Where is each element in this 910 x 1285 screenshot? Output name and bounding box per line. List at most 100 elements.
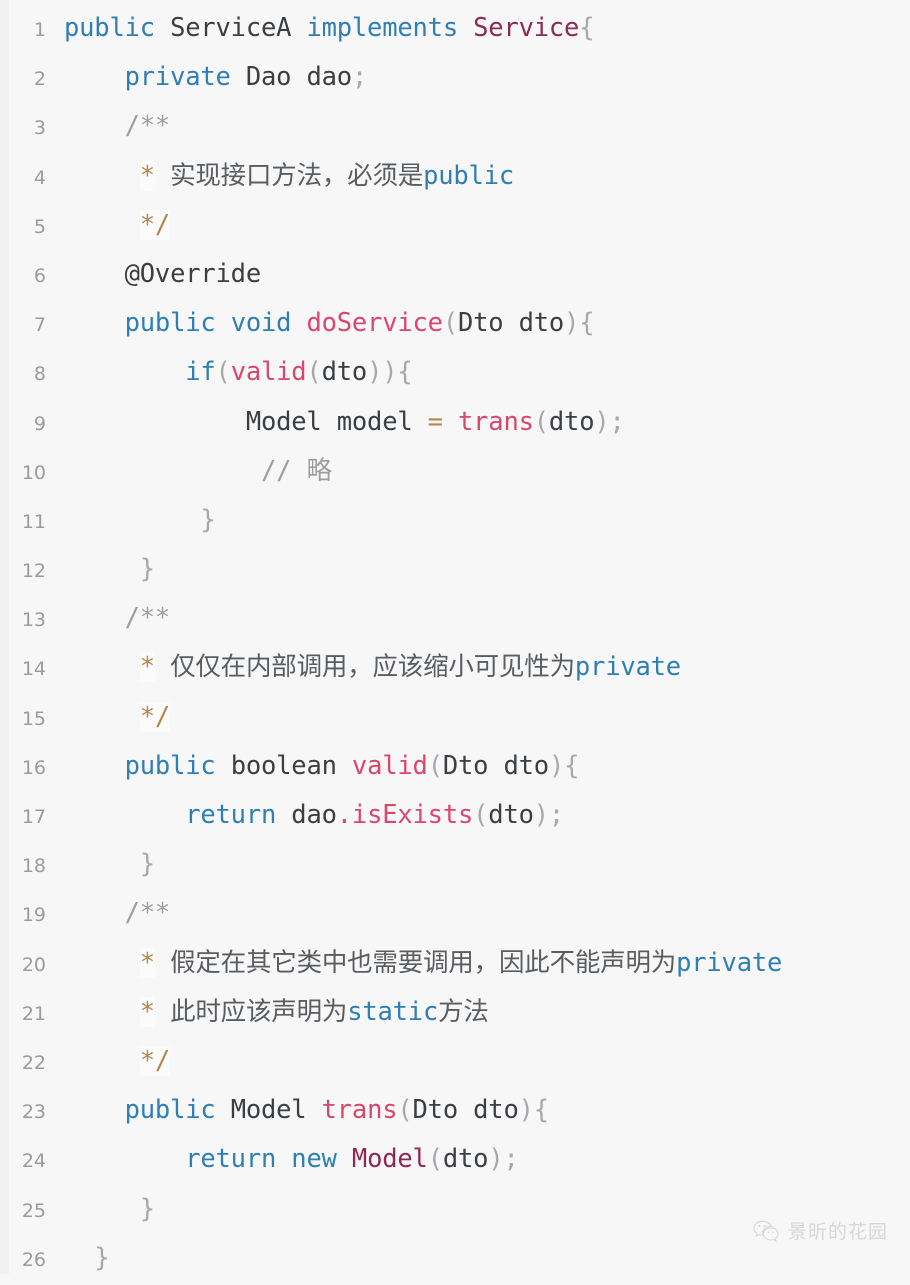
wechat-logo-icon xyxy=(753,1220,779,1242)
code-token: boolean xyxy=(230,750,337,781)
code-line: 20 * 假定在其它类中也需要调用，因此不能声明为private xyxy=(0,939,910,988)
watermark-text: 景昕的花园 xyxy=(787,1221,888,1243)
code-token: model xyxy=(336,406,413,437)
code-token: Service xyxy=(473,13,580,43)
line-number: 10 xyxy=(21,461,46,484)
code-token: ( xyxy=(442,308,458,339)
code-token: trans xyxy=(321,1095,398,1126)
line-content: @Override xyxy=(46,250,262,299)
line-number: 22 xyxy=(21,1051,46,1074)
line-number: 17 xyxy=(21,806,46,828)
code-token: private xyxy=(676,947,783,978)
code-token: . xyxy=(336,800,352,830)
code-token: dto xyxy=(488,800,534,830)
code-line: 9 Model model = trans(dto); xyxy=(0,398,910,447)
code-line: 17 return dao.isExists(dto); xyxy=(0,791,910,840)
code-line: 3 /** xyxy=(0,102,910,151)
code-line: 16 public boolean valid(Dto dto){ xyxy=(0,742,910,791)
code-token: implements xyxy=(306,13,458,43)
code-token: 实现接口方法，必须是 xyxy=(170,160,424,191)
line-number: 4 xyxy=(33,166,46,189)
code-token: dto xyxy=(518,308,565,339)
line-content: */ xyxy=(46,693,170,742)
line-number: 26 xyxy=(21,1248,46,1271)
line-content: public ServiceA implements Service{ xyxy=(46,4,595,53)
line-content: */ xyxy=(46,1037,170,1086)
watermark: 景昕的花园 xyxy=(753,1217,888,1244)
code-token: * xyxy=(139,652,155,683)
code-token: /** xyxy=(124,898,171,929)
code-token: } xyxy=(200,504,216,535)
code-token: 方法 xyxy=(438,996,489,1027)
line-content: public void doService(Dto dto){ xyxy=(46,299,595,348)
code-token: Model xyxy=(230,1095,307,1126)
line-content: public Model trans(Dto dto){ xyxy=(46,1086,550,1135)
code-token: } xyxy=(139,554,155,585)
line-content: // 略 xyxy=(46,447,332,496)
code-token: { xyxy=(579,308,595,339)
code-token: } xyxy=(94,1242,110,1273)
code-token: dto xyxy=(503,750,549,781)
code-line: 13 /** xyxy=(0,594,910,643)
code-token: return xyxy=(185,1144,277,1175)
code-token: ) xyxy=(518,1095,534,1126)
code-line: 23 public Model trans(Dto dto){ xyxy=(0,1086,910,1135)
code-token: @Override xyxy=(124,258,262,289)
code-token: Dao xyxy=(245,62,292,93)
code-token: */ xyxy=(139,1045,171,1076)
line-number: 24 xyxy=(21,1150,46,1173)
line-number: 14 xyxy=(21,658,46,681)
line-number: 25 xyxy=(21,1199,46,1222)
code-line: 12 } xyxy=(0,545,910,594)
line-content: } xyxy=(46,545,155,594)
code-token: )) xyxy=(367,357,398,388)
code-viewer: 1 public ServiceA implements Service{2 pr… xyxy=(0,0,910,1274)
code-token: Dto xyxy=(442,750,489,781)
code-token: dto xyxy=(442,1144,489,1175)
line-content: return dao.isExists(dto); xyxy=(46,791,564,840)
code-token: ( xyxy=(427,1144,443,1175)
code-token: ) xyxy=(564,308,580,339)
code-line: 2 private Dao dao; xyxy=(0,53,910,102)
line-content: */ xyxy=(46,201,170,250)
code-token: ServiceA xyxy=(170,13,292,43)
code-token: ; xyxy=(351,62,368,93)
line-number: 23 xyxy=(21,1101,46,1124)
code-line: 14 * 仅仅在内部调用，应该缩小可见性为private xyxy=(0,643,910,692)
code-line: 19 /** xyxy=(0,889,910,938)
code-token: trans xyxy=(457,406,534,437)
code-token: doService xyxy=(306,308,443,339)
code-token: static xyxy=(347,996,439,1027)
line-number: 3 xyxy=(33,117,46,140)
line-content: /** xyxy=(46,102,171,151)
code-token: public xyxy=(124,1095,216,1126)
code-token: 假定在其它类中也需要调用，因此不能声明为 xyxy=(170,947,677,978)
code-lines-container: 1 public ServiceA implements Service{2 pr… xyxy=(0,0,910,1283)
line-number: 5 xyxy=(33,215,46,238)
code-token: ); xyxy=(594,406,625,437)
code-token: Dto xyxy=(457,308,504,339)
line-content: * 实现接口方法，必须是public xyxy=(46,152,514,201)
line-content: private Dao dao; xyxy=(46,53,368,102)
code-token: * xyxy=(139,160,155,191)
code-token: dao xyxy=(306,62,352,93)
code-token: ( xyxy=(427,750,443,781)
